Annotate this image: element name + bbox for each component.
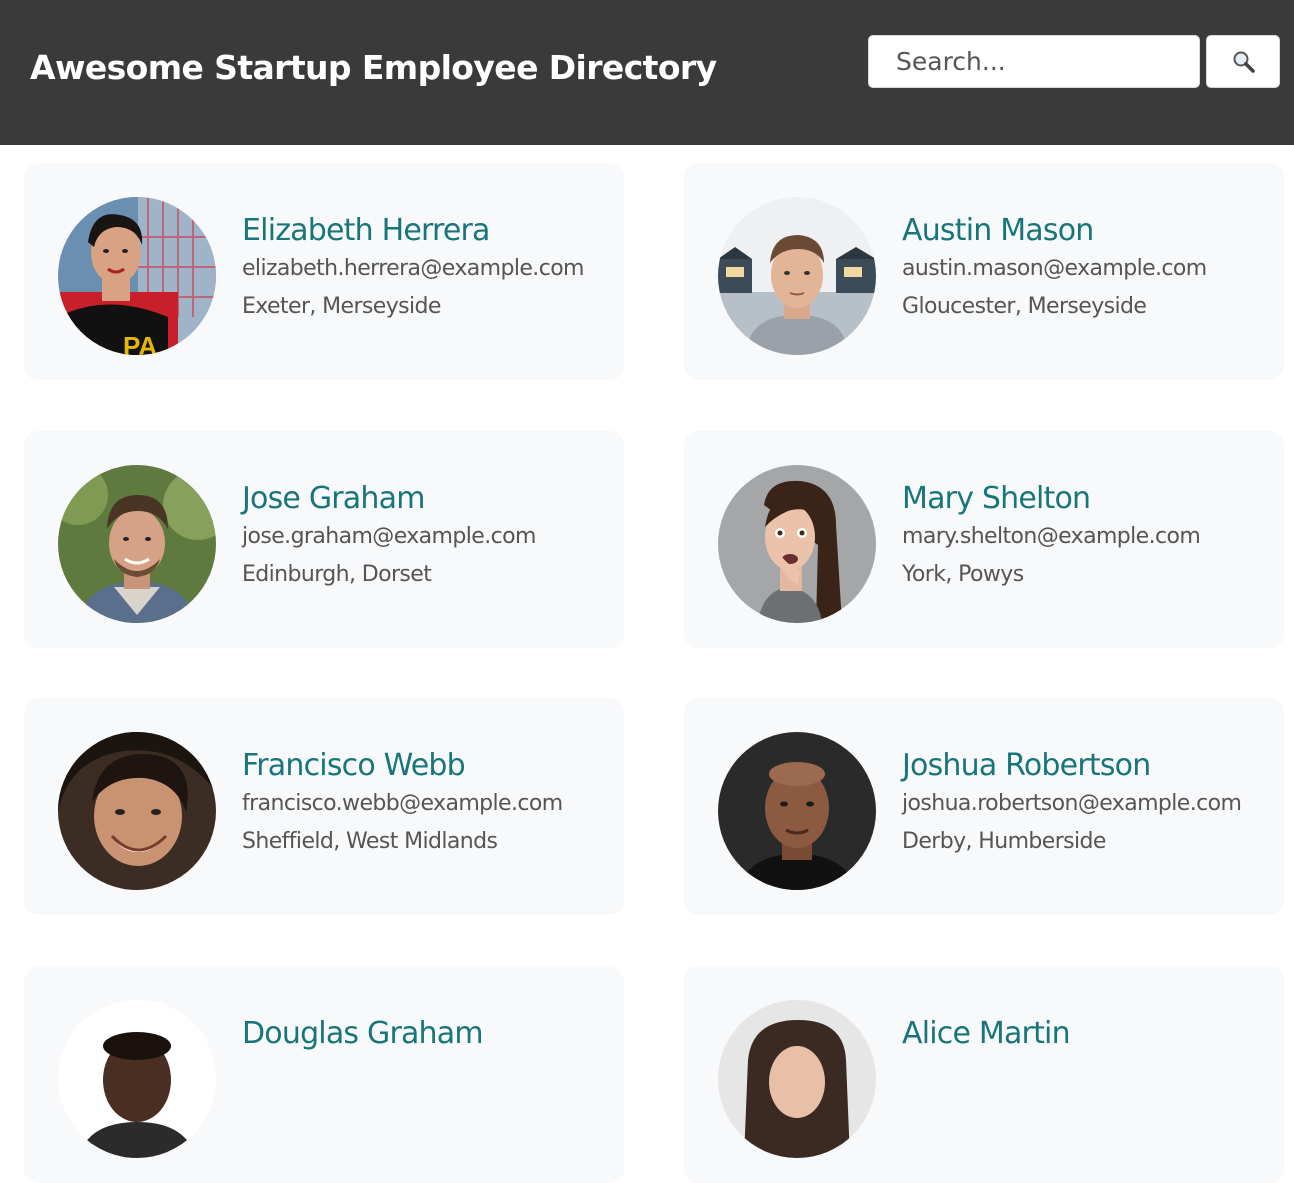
employee-name: Jose Graham	[242, 481, 425, 516]
employee-email: jose.graham@example.com	[242, 524, 536, 549]
employee-name: Joshua Robertson	[902, 748, 1151, 783]
avatar	[718, 1000, 876, 1158]
employee-name: Mary Shelton	[902, 481, 1091, 516]
page-header: Awesome Startup Employee Directory	[0, 0, 1294, 145]
avatar	[58, 1000, 216, 1158]
employee-location: Derby, Humberside	[902, 829, 1106, 854]
employee-card[interactable]: Jose Graham jose.graham@example.com Edin…	[24, 431, 624, 648]
employee-name: Francisco Webb	[242, 748, 466, 783]
employee-location: York, Powys	[902, 562, 1024, 587]
employee-card[interactable]: Francisco Webb francisco.webb@example.co…	[24, 698, 624, 915]
employee-card[interactable]: Alice Martin	[684, 966, 1284, 1183]
employee-location: Gloucester, Merseyside	[902, 294, 1147, 319]
employee-location: Edinburgh, Dorset	[242, 562, 432, 587]
employee-email: austin.mason@example.com	[902, 256, 1207, 281]
employee-name: Austin Mason	[902, 213, 1094, 248]
avatar: PA	[58, 197, 216, 355]
employee-card[interactable]: Mary Shelton mary.shelton@example.com Yo…	[684, 431, 1284, 648]
employee-name: Douglas Graham	[242, 1016, 484, 1051]
employee-email: mary.shelton@example.com	[902, 524, 1201, 549]
employee-card[interactable]: PA Elizabeth Herrera elizabeth.herrera@e…	[24, 163, 624, 380]
employee-email: joshua.robertson@example.com	[902, 791, 1242, 816]
employee-email: elizabeth.herrera@example.com	[242, 256, 584, 281]
svg-text:PA: PA	[123, 331, 157, 355]
employee-location: Sheffield, West Midlands	[242, 829, 498, 854]
search-input[interactable]	[868, 35, 1200, 88]
avatar	[718, 732, 876, 890]
avatar	[718, 465, 876, 623]
employee-card[interactable]: Douglas Graham	[24, 966, 624, 1183]
search-button[interactable]	[1206, 35, 1280, 88]
avatar	[58, 732, 216, 890]
employee-name: Elizabeth Herrera	[242, 213, 490, 248]
employee-card[interactable]: Austin Mason austin.mason@example.com Gl…	[684, 163, 1284, 380]
avatar	[718, 197, 876, 355]
employee-email: francisco.webb@example.com	[242, 791, 563, 816]
page-title: Awesome Startup Employee Directory	[30, 48, 717, 87]
employee-name: Alice Martin	[902, 1016, 1071, 1051]
magnifier-icon	[1233, 51, 1255, 73]
employee-card[interactable]: Joshua Robertson joshua.robertson@exampl…	[684, 698, 1284, 915]
employee-location: Exeter, Merseyside	[242, 294, 441, 319]
avatar	[58, 465, 216, 623]
